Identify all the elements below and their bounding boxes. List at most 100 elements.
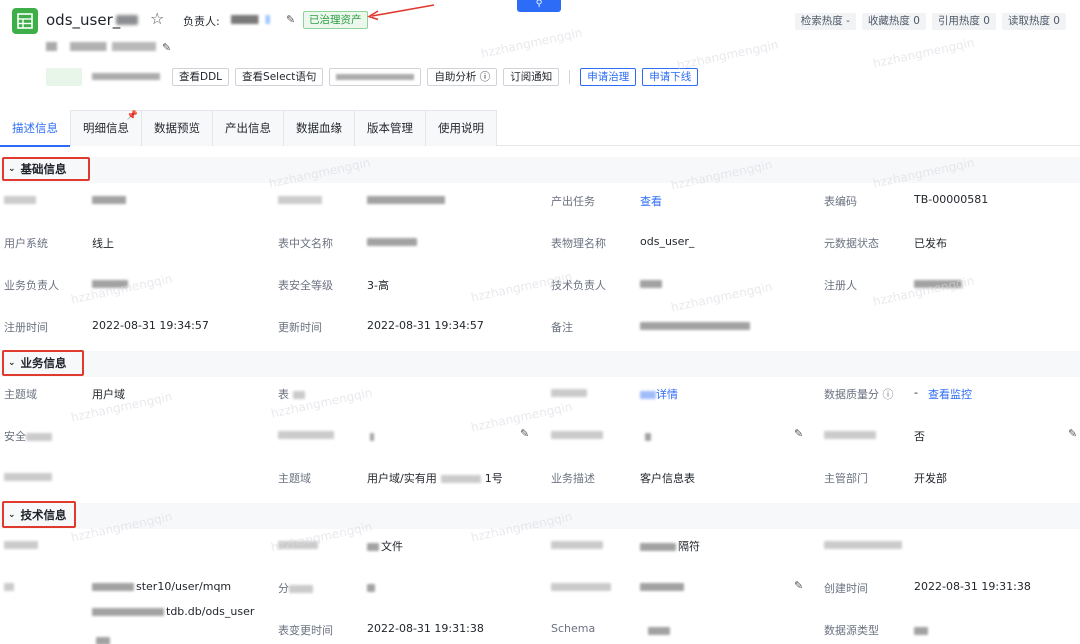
heat-read: 读取热度 0 xyxy=(1001,13,1066,30)
label-biz-description: 业务描述 xyxy=(551,472,595,485)
redacted-label xyxy=(551,389,587,397)
auto-analysis-button[interactable]: 自助分析 ⓘ xyxy=(427,68,498,86)
star-icon[interactable]: ☆ xyxy=(150,11,164,27)
update-time: 2022-08-31 19:34:57 xyxy=(367,319,484,332)
department: 开发部 xyxy=(914,472,947,485)
search-button[interactable]: ⚲ xyxy=(517,0,561,12)
core-table-value: 否 xyxy=(914,430,925,443)
detail-link[interactable]: 详情 xyxy=(640,386,678,402)
redacted-value xyxy=(914,280,962,288)
redacted-label xyxy=(551,431,603,439)
tab-bar: 描述信息 明细信息 📌 数据预览 产出信息 数据血缘 版本管理 使用说明 xyxy=(0,110,1080,147)
edit-icon[interactable]: ✎ xyxy=(162,42,171,53)
annotation-box xyxy=(2,501,76,528)
redacted-label xyxy=(4,196,36,204)
redacted-value xyxy=(640,280,662,288)
heat-search: 检索热度 - xyxy=(794,13,856,30)
redacted-value xyxy=(367,584,375,592)
output-task-link[interactable]: 查看 xyxy=(640,193,662,209)
label-subject-domain: 主题域 xyxy=(278,472,311,485)
redacted-value xyxy=(370,433,374,441)
table-code: TB-00000581 xyxy=(914,193,989,206)
edit-icon[interactable]: ✎ xyxy=(794,580,803,591)
redacted-tag xyxy=(46,68,82,86)
view-ddl-button[interactable]: 查看DDL xyxy=(172,68,230,86)
owner-label: 负责人: xyxy=(183,15,220,28)
view-select-button[interactable]: 查看Select语句 xyxy=(235,68,324,86)
redacted-value xyxy=(640,322,750,330)
label-safety: 安全 xyxy=(4,428,52,444)
label-cn-name: 表中文名称 xyxy=(278,237,333,250)
delimiter: 隔符 xyxy=(640,538,700,554)
annotation-box xyxy=(2,157,90,181)
tab-preview[interactable]: 数据预览 xyxy=(141,110,213,146)
label-note: 备注 xyxy=(551,321,573,334)
section-tech[interactable]: ⌄ 技术信息 xyxy=(0,503,1080,529)
storage-path: ster10/user/mqm xyxy=(92,580,231,593)
redacted-label xyxy=(4,583,14,591)
redacted-value xyxy=(367,238,417,246)
heat-stats: 检索热度 - 收藏热度 0 引用热度 0 读取热度 0 xyxy=(794,13,1066,30)
biz-description: 客户信息表 xyxy=(640,472,695,485)
redacted-value xyxy=(640,583,684,591)
redacted-label xyxy=(824,431,876,439)
register-time: 2022-08-31 19:34:57 xyxy=(92,319,209,332)
label-table: 表 xyxy=(278,386,305,402)
label-datasource-type: 数据源类型 xyxy=(824,624,879,637)
label-table-code: 表编码 xyxy=(824,195,857,208)
tab-label: 明细信息 xyxy=(83,121,129,135)
edit-icon[interactable]: ✎ xyxy=(520,428,529,439)
redacted-subtitle xyxy=(46,42,156,51)
divider xyxy=(569,70,571,84)
tab-usage[interactable]: 使用说明 xyxy=(425,110,497,146)
edit-icon[interactable]: ✎ xyxy=(794,428,803,439)
section-business[interactable]: ⌄ 业务信息 xyxy=(0,351,1080,377)
label-meta-status: 元数据状态 xyxy=(824,237,879,250)
redacted-value xyxy=(92,196,126,204)
physical-name: ods_user_ xyxy=(640,235,695,248)
redacted-value xyxy=(96,637,110,644)
redacted-label xyxy=(551,541,603,549)
apply-govern-button[interactable]: 申请治理 xyxy=(580,68,637,86)
redacted-label xyxy=(278,196,322,204)
label-schema: Schema xyxy=(551,622,596,635)
redacted-owner xyxy=(231,15,277,24)
meta-status: 已发布 xyxy=(914,237,947,250)
tab-version[interactable]: 版本管理 xyxy=(354,110,426,146)
label-user-system: 用户系统 xyxy=(4,237,48,250)
redacted-value xyxy=(914,627,928,635)
tab-output[interactable]: 产出信息 xyxy=(212,110,284,146)
security-level: 3-高 xyxy=(367,279,389,292)
heat-reference: 引用热度 0 xyxy=(931,13,996,30)
view-monitor-link[interactable]: 查看监控 xyxy=(928,386,972,402)
section-basic[interactable]: ⌄ 基础信息 xyxy=(0,157,1080,183)
label-created-time: 创建时间 xyxy=(824,582,868,595)
watermark: hzzhangmengqin xyxy=(669,279,774,315)
page-title: ods_user_ xyxy=(46,11,121,29)
label-department: 主管部门 xyxy=(824,472,868,485)
edit-icon[interactable]: ✎ xyxy=(1068,428,1077,439)
apply-offline-button[interactable]: 申请下线 xyxy=(642,68,699,86)
label-output-task: 产出任务 xyxy=(551,195,595,208)
label-update-time: 更新时间 xyxy=(278,321,322,334)
file-format: 文件 xyxy=(367,538,403,554)
edit-icon[interactable]: ✎ xyxy=(286,14,295,25)
subject-domain: 用户域 xyxy=(92,388,125,401)
tab-description[interactable]: 描述信息 xyxy=(0,110,71,147)
label-physical-name: 表物理名称 xyxy=(551,237,606,250)
label-quality-score: 数据质量分 ⓘ xyxy=(824,388,894,401)
redacted-button[interactable] xyxy=(329,68,422,86)
user-system: 线上 xyxy=(92,237,114,250)
tab-detail[interactable]: 明细信息 📌 xyxy=(70,110,142,146)
storage-path-line2: tdb.db/ods_user xyxy=(92,605,254,618)
pin-icon: 📌 xyxy=(126,111,138,121)
label-register-time: 注册时间 xyxy=(4,321,48,334)
label-partition: 分 xyxy=(278,580,313,596)
redacted-text xyxy=(116,15,138,25)
subscribe-button[interactable]: 订阅通知 xyxy=(503,68,560,86)
tab-lineage[interactable]: 数据血缘 xyxy=(283,110,355,146)
quality-score: - xyxy=(914,386,918,399)
redacted-label xyxy=(278,431,334,439)
created-time: 2022-08-31 19:31:38 xyxy=(914,580,1031,593)
annotation-box xyxy=(2,350,84,376)
